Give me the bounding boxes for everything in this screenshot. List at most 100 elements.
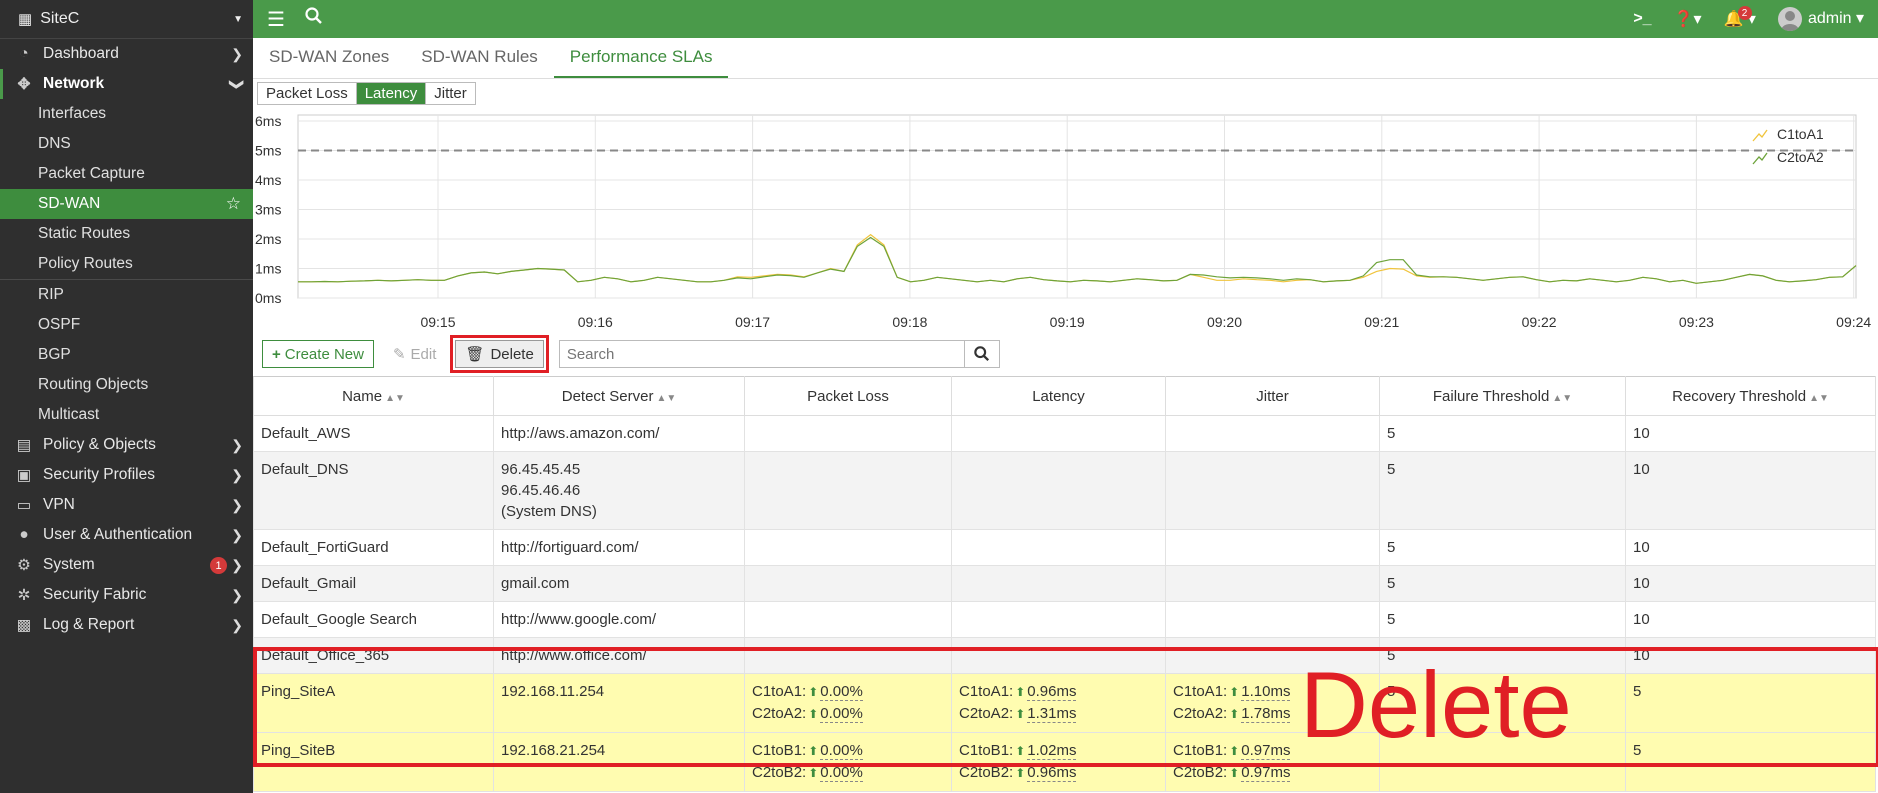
y-tick-label: 6ms: [255, 113, 281, 129]
cli-icon[interactable]: >_: [1633, 10, 1651, 28]
sidebar-item-user-authentication[interactable]: ● User & Authentication ❯: [0, 520, 253, 550]
cell-failure-threshold: 5: [1379, 415, 1626, 452]
sidebar-item-rip[interactable]: RIP: [0, 280, 253, 310]
cell-loss: [744, 529, 952, 566]
column-header-failure-threshold[interactable]: Failure Threshold ▲▼: [1379, 376, 1626, 416]
sidebar-item-policy-objects[interactable]: ▤ Policy & Objects ❯: [0, 430, 253, 460]
sort-icon: ▲▼: [385, 392, 405, 404]
search-icon[interactable]: [305, 7, 323, 31]
sidebar-item-network[interactable]: ✥ Network ❯: [0, 69, 253, 99]
user-icon: ●: [19, 526, 29, 543]
sidebar-item-bgp[interactable]: BGP: [0, 340, 253, 370]
plot-area: [297, 114, 1857, 299]
latency-chart: 6ms 5ms 4ms 3ms 2ms 1ms 0ms 09:15 09:16 09:17 09:1…: [255, 113, 1871, 330]
sidebar-item-security-fabric[interactable]: ✲ Security Fabric ❯: [0, 580, 253, 610]
server-address: http://aws.amazon.com/: [501, 425, 660, 442]
x-tick-label: 09:15: [420, 314, 455, 330]
sidebar-item-label: User & Authentication: [43, 526, 193, 543]
x-tick-label: 09:20: [1207, 314, 1242, 330]
table-row[interactable]: Default_Google Search http://www.google.c…: [253, 601, 1876, 638]
sidebar-item-ospf[interactable]: OSPF: [0, 310, 253, 340]
sidebar-item-security-profiles[interactable]: ▣ Security Profiles ❯: [0, 460, 253, 490]
sort-icon: ▲▼: [656, 392, 677, 404]
sidebar-item-sd-wan[interactable]: SD-WAN ☆: [0, 189, 253, 219]
tab-sd-wan-zones[interactable]: SD-WAN Zones: [253, 38, 405, 78]
user-menu[interactable]: admin ▾: [1777, 7, 1864, 31]
x-tick-label: 09:18: [892, 314, 927, 330]
x-tick-label: 09:21: [1364, 314, 1399, 330]
tab-sd-wan-rules[interactable]: SD-WAN Rules: [405, 38, 554, 78]
y-tick-label: 3ms: [255, 202, 281, 218]
sidebar-item-dns[interactable]: DNS: [0, 129, 253, 159]
cell-loss: [744, 451, 952, 530]
y-tick-label: 5ms: [255, 143, 281, 159]
table-row[interactable]: Default_DNS 96.45.45.45 96.45.46.46 (System…: [253, 451, 1876, 530]
chevron-right-icon: ❯: [231, 586, 243, 603]
column-header-detect-server[interactable]: Detect Server ▲▼: [493, 376, 745, 416]
menu-icon[interactable]: ☰: [267, 7, 285, 32]
sidebar-item-system[interactable]: ⚙ System 1 ❯: [0, 550, 253, 580]
sidebar-item-static-routes[interactable]: Static Routes: [0, 219, 253, 249]
fabric-icon: ✲: [17, 586, 31, 604]
cell-name: Default_Google Search: [253, 601, 494, 638]
cell-jitter: [1165, 601, 1380, 638]
sidebar-item-packet-capture[interactable]: Packet Capture: [0, 159, 253, 189]
edit-button[interactable]: ✎ Edit: [382, 340, 447, 368]
top-bar: ☰ >_ ❓▾ 🔔 2 ▾ admin ▾: [253, 0, 1878, 38]
cell-jitter: [1165, 529, 1380, 566]
sidebar-item-vpn[interactable]: ▭ VPN ❯: [0, 490, 253, 520]
notifications-bell-icon[interactable]: 🔔 2 ▾: [1724, 6, 1756, 29]
legend-label[interactable]: C2toA2: [1777, 149, 1824, 165]
device-selector[interactable]: ▦ SiteC ▼: [0, 0, 253, 39]
sidebar-item-label: SD-WAN: [38, 195, 101, 212]
table-row[interactable]: Default_Gmail gmail.com 5 10: [253, 565, 1876, 602]
column-header-latency[interactable]: Latency: [951, 376, 1166, 416]
table-header-row: Name ▲▼ Detect Server ▲▼ Packet Loss Laten…: [253, 376, 1876, 416]
tab-performance-slas[interactable]: Performance SLAs: [553, 38, 729, 78]
button-label: Create New: [284, 345, 364, 363]
cell-name: Default_FortiGuard: [253, 529, 494, 566]
chevron-right-icon: ❯: [231, 45, 243, 62]
y-tick-label: 1ms: [255, 261, 281, 277]
cell-name: Default_AWS: [253, 415, 494, 452]
column-header-packet-loss[interactable]: Packet Loss: [744, 376, 952, 416]
table-toolbar: + Create New ✎ Edit 🗑 Delete: [262, 335, 1000, 373]
cell-latency: [951, 415, 1166, 452]
cell-latency: [951, 529, 1166, 566]
column-header-recovery-threshold[interactable]: Recovery Threshold ▲▼: [1625, 376, 1876, 416]
column-header-jitter[interactable]: Jitter: [1165, 376, 1380, 416]
help-icon[interactable]: ❓▾: [1674, 9, 1702, 29]
chevron-right-icon: ❯: [231, 556, 243, 573]
chevron-right-icon: ❯: [231, 616, 243, 633]
sidebar-item-label: Network: [43, 75, 105, 92]
gear-icon: ⚙: [17, 556, 31, 574]
sidebar-item-dashboard[interactable]: ◔ Dashboard ❯: [0, 39, 253, 69]
search-input[interactable]: [559, 341, 964, 367]
metric-jitter[interactable]: Jitter: [426, 83, 475, 104]
sidebar-item-interfaces[interactable]: Interfaces: [0, 99, 253, 129]
metric-latency[interactable]: Latency: [356, 83, 427, 104]
column-header-name[interactable]: Name ▲▼: [253, 376, 494, 416]
chevron-right-icon: ❯: [231, 496, 243, 513]
star-icon[interactable]: ☆: [226, 194, 241, 214]
tab-bar: SD-WAN Zones SD-WAN Rules Performance SL…: [253, 38, 1878, 79]
delete-button[interactable]: 🗑 Delete: [450, 335, 549, 373]
server-address: 96.45.45.45: [501, 461, 581, 478]
sidebar-item-log-report[interactable]: ▩ Log & Report ❯: [0, 610, 253, 640]
x-tick-label: 09:23: [1679, 314, 1714, 330]
search-icon[interactable]: [963, 341, 999, 367]
sidebar-item-policy-routes[interactable]: Policy Routes: [0, 249, 253, 279]
sidebar-item-multicast[interactable]: Multicast: [0, 400, 253, 430]
sidebar: ▦ SiteC ▼ ◔ Dashboard ❯ ✥ Network ❯ Interfac…: [0, 0, 253, 793]
table-row[interactable]: Default_AWS http://aws.amazon.com/5 10: [253, 415, 1876, 452]
highlight-box: [253, 647, 1878, 767]
table-row[interactable]: Default_FortiGuard http://fortiguard.com/…: [253, 529, 1876, 566]
create-new-button[interactable]: + Create New: [262, 340, 374, 368]
chevron-right-icon: ❯: [231, 526, 243, 543]
cell-recovery-threshold: 10: [1625, 451, 1876, 530]
network-icon: ✥: [17, 75, 31, 93]
metric-packet-loss[interactable]: Packet Loss: [258, 83, 357, 104]
legend-label[interactable]: C1toA1: [1777, 126, 1824, 142]
y-tick-label: 0ms: [255, 290, 281, 306]
sidebar-item-routing-objects[interactable]: Routing Objects: [0, 370, 253, 400]
